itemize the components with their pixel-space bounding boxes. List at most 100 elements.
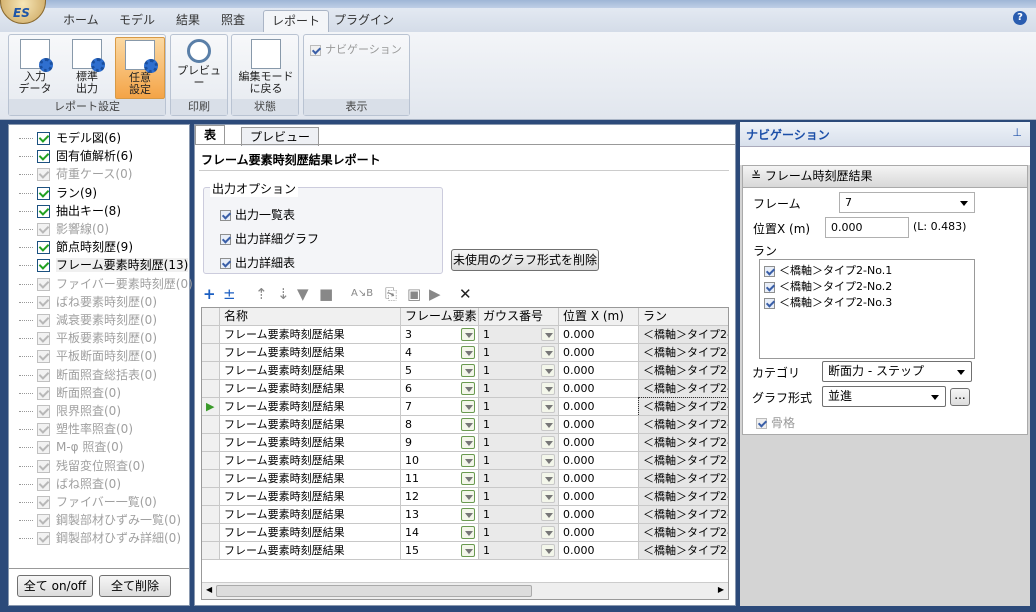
insert-icon[interactable]: ±	[223, 285, 236, 303]
dropdown-icon[interactable]	[461, 436, 475, 449]
table-row[interactable]: フレーム要素時刻歴結果 9 1 0.000 ＜橋軸＞タイプ2-	[202, 434, 728, 452]
tree-item[interactable]: ファイバー一覧(0)	[19, 493, 157, 511]
table-cell[interactable]: ＜橋軸＞タイプ2-	[639, 416, 728, 434]
dropdown-icon[interactable]	[541, 382, 555, 395]
table-cell[interactable]: 15	[401, 542, 479, 560]
row-header[interactable]	[202, 434, 220, 452]
dropdown-icon[interactable]	[461, 328, 475, 341]
table-cell[interactable]: 0.000	[559, 326, 639, 344]
delete-unused-graph-button[interactable]: 未使用のグラフ形式を削除	[451, 249, 599, 271]
checkbox-icon[interactable]	[37, 441, 50, 455]
tree-item[interactable]: フレーム要素時刻歴(13)	[19, 256, 189, 274]
row-header[interactable]	[202, 524, 220, 542]
table-cell[interactable]: 1	[479, 542, 559, 560]
table-cell[interactable]: ＜橋軸＞タイプ2-	[639, 362, 728, 380]
table-row[interactable]: フレーム要素時刻歴結果 14 1 0.000 ＜橋軸＞タイプ2-	[202, 524, 728, 542]
back-to-edit-button[interactable]: 編集モード に戻る	[236, 37, 296, 99]
horizontal-scrollbar[interactable]: ◀ ▶	[202, 582, 728, 599]
dropdown-icon[interactable]	[541, 490, 555, 503]
table-cell[interactable]: 9	[401, 434, 479, 452]
table-cell[interactable]: ＜橋軸＞タイプ2-	[639, 344, 728, 362]
tree-item[interactable]: 減衰要素時刻歴(0)	[19, 311, 157, 329]
row-header[interactable]	[202, 308, 220, 326]
table-cell[interactable]: 0.000	[559, 380, 639, 398]
paste-special-icon[interactable]: ▶	[429, 285, 441, 303]
table-cell[interactable]: 1	[479, 344, 559, 362]
checkbox-icon[interactable]	[37, 368, 50, 382]
paste-icon[interactable]: ▣	[407, 285, 421, 303]
preview-button[interactable]: プレビュー	[177, 37, 221, 99]
table-cell[interactable]: フレーム要素時刻歴結果	[220, 488, 401, 506]
dropdown-icon[interactable]	[461, 472, 475, 485]
checkbox-icon[interactable]	[37, 186, 50, 200]
tree-item[interactable]: 鋼製部材ひずみ一覧(0)	[19, 511, 181, 529]
dropdown-icon[interactable]	[541, 346, 555, 359]
category-select[interactable]: 断面力 - ステップ	[822, 361, 972, 382]
dropdown-icon[interactable]	[461, 544, 475, 557]
dropdown-icon[interactable]	[541, 472, 555, 485]
dropdown-icon[interactable]	[461, 364, 475, 377]
table-cell[interactable]: フレーム要素時刻歴結果	[220, 524, 401, 542]
table-cell[interactable]: フレーム要素時刻歴結果	[220, 380, 401, 398]
checkbox-icon[interactable]	[37, 132, 50, 145]
table-cell[interactable]: 5	[401, 362, 479, 380]
tree-item[interactable]: ばね要素時刻歴(0)	[19, 293, 157, 311]
graph-type-more-button[interactable]: ...	[950, 388, 970, 406]
position-input[interactable]: 0.000	[825, 217, 909, 238]
dropdown-icon[interactable]	[541, 364, 555, 377]
table-row[interactable]: ▶ フレーム要素時刻歴結果 7 1 0.000 ＜橋軸＞タイプ2-	[202, 397, 728, 417]
move-bottom-icon[interactable]: ▼	[297, 285, 309, 303]
tree-item[interactable]: 平板断面時刻歴(0)	[19, 347, 157, 365]
tree-item[interactable]: 断面照査総括表(0)	[19, 366, 157, 384]
tree-item[interactable]: 残留変位照査(0)	[19, 457, 145, 475]
tree-item[interactable]: M-φ 照査(0)	[19, 438, 123, 456]
scroll-left-icon[interactable]: ◀	[206, 585, 212, 594]
table-row[interactable]: フレーム要素時刻歴結果 15 1 0.000 ＜橋軸＞タイプ2-	[202, 542, 728, 560]
checkbox-icon[interactable]	[37, 477, 50, 491]
tab-check[interactable]: 照査	[213, 10, 253, 32]
table-cell[interactable]: フレーム要素時刻歴結果	[220, 326, 401, 344]
table-row[interactable]: フレーム要素時刻歴結果 5 1 0.000 ＜橋軸＞タイプ2-	[202, 362, 728, 380]
table-row[interactable]: フレーム要素時刻歴結果 4 1 0.000 ＜橋軸＞タイプ2-	[202, 344, 728, 362]
tree-item[interactable]: ラン(9)	[19, 184, 97, 202]
row-header[interactable]	[202, 488, 220, 506]
tree-item[interactable]: 抽出キー(8)	[19, 202, 121, 220]
option-detail-graph[interactable]: 出力詳細グラフ	[220, 230, 319, 247]
tab-table[interactable]: 表	[195, 125, 226, 145]
tree-item[interactable]: 固有値解析(6)	[19, 147, 133, 165]
row-header[interactable]	[202, 506, 220, 524]
checkbox-icon[interactable]	[37, 259, 50, 273]
row-header[interactable]: ▶	[202, 398, 220, 416]
table-cell[interactable]: 0.000	[559, 470, 639, 488]
tree-item[interactable]: 鋼製部材ひずみ詳細(0)	[19, 529, 181, 547]
table-cell[interactable]: 1	[479, 380, 559, 398]
custom-settings-button[interactable]: 任意 設定	[115, 37, 165, 99]
checkbox-icon[interactable]	[37, 532, 50, 546]
column-header[interactable]: フレーム要素	[401, 308, 479, 326]
table-cell[interactable]: フレーム要素時刻歴結果	[220, 344, 401, 362]
checkbox-icon[interactable]	[37, 459, 50, 473]
table-cell[interactable]: フレーム要素時刻歴結果	[220, 398, 401, 416]
table-cell[interactable]: フレーム要素時刻歴結果	[220, 470, 401, 488]
scrollbar-thumb[interactable]	[216, 585, 532, 597]
move-end-icon[interactable]: ■	[319, 285, 333, 303]
table-row[interactable]: フレーム要素時刻歴結果 3 1 0.000 ＜橋軸＞タイプ2-	[202, 326, 728, 344]
table-cell[interactable]: 13	[401, 506, 479, 524]
dropdown-icon[interactable]	[541, 454, 555, 467]
column-header[interactable]: ガウス番号	[479, 308, 559, 326]
tab-report[interactable]: レポート	[263, 10, 330, 32]
checkbox-icon[interactable]	[37, 514, 50, 528]
row-header[interactable]	[202, 326, 220, 344]
skeleton-checkbox[interactable]: 骨格	[756, 414, 795, 431]
row-header[interactable]	[202, 470, 220, 488]
table-row[interactable]: フレーム要素時刻歴結果 11 1 0.000 ＜橋軸＞タイプ2-	[202, 470, 728, 488]
tree-item[interactable]: ばね照査(0)	[19, 475, 121, 493]
dropdown-icon[interactable]	[461, 346, 475, 359]
input-data-button[interactable]: 入力 データ	[13, 37, 57, 99]
table-cell[interactable]: フレーム要素時刻歴結果	[220, 362, 401, 380]
checkbox-icon[interactable]	[37, 168, 50, 182]
table-cell[interactable]: 3	[401, 326, 479, 344]
dropdown-icon[interactable]	[541, 418, 555, 431]
checkbox-icon[interactable]	[37, 386, 50, 400]
table-cell[interactable]: 1	[479, 506, 559, 524]
